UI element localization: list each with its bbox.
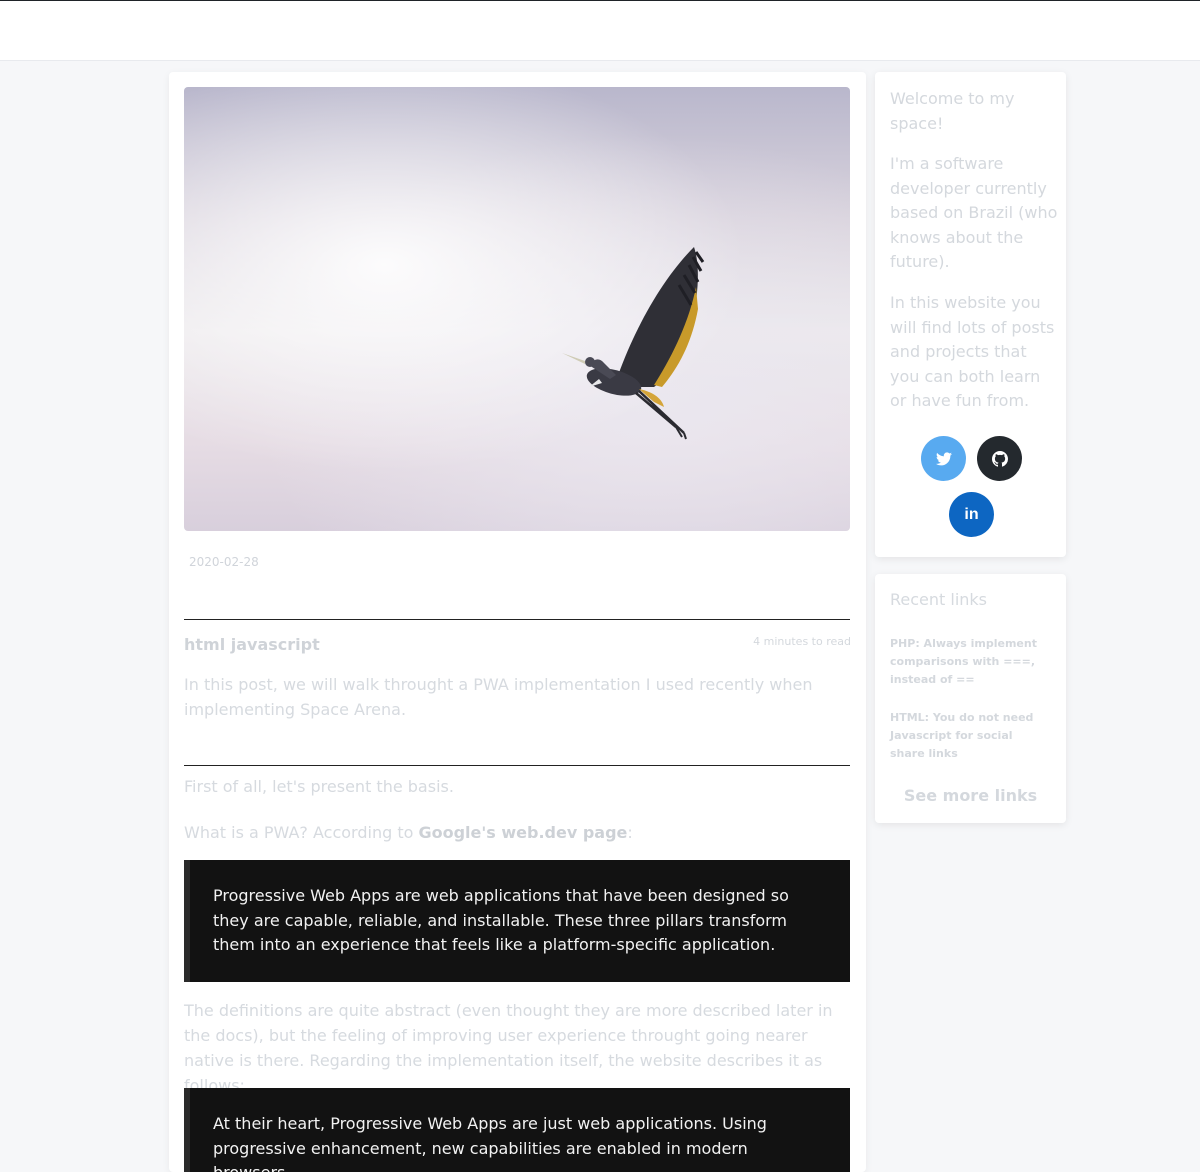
twitter-button[interactable] [921, 436, 966, 481]
divider [184, 619, 850, 620]
github-button[interactable] [977, 436, 1022, 481]
github-icon [991, 450, 1008, 467]
blockquote: Progressive Web Apps are web application… [184, 860, 850, 982]
recent-links-title: Recent links [890, 590, 988, 609]
linkedin-icon: in [964, 505, 979, 523]
welcome-card: Welcome to my space! I'm a software deve… [875, 72, 1066, 557]
post-cover-image [184, 87, 850, 531]
top-navbar [0, 0, 1200, 60]
blockquote: At their heart, Progressive Web Apps are… [184, 1088, 850, 1172]
post-paragraph: First of all, let's present the basis. [184, 777, 454, 796]
post-summary: In this post, we will walk throught a PW… [184, 675, 813, 719]
linkedin-button[interactable]: in [949, 492, 994, 537]
heron-illustration [562, 247, 705, 440]
welcome-bio: I'm a software developer currently based… [890, 154, 1058, 271]
post-tags[interactable]: html javascript [184, 635, 320, 654]
post-date: 2020-02-28 [189, 555, 259, 569]
paragraph-text: What is a PWA? According to [184, 823, 419, 842]
post-paragraph: What is a PWA? According to Google's web… [184, 820, 850, 845]
recent-links-card: Recent links PHP: Always implement compa… [875, 574, 1066, 823]
post-paragraph: The definitions are quite abstract (even… [184, 1001, 833, 1095]
twitter-icon [935, 451, 952, 465]
welcome-description: In this website you will find lots of po… [890, 293, 1055, 410]
webdev-link[interactable]: Google's web.dev page [418, 823, 627, 842]
divider [184, 765, 850, 766]
see-more-links-button[interactable]: See more links [875, 786, 1066, 805]
paragraph-text: : [627, 823, 633, 842]
recent-link-item[interactable]: PHP: Always implement comparisons with =… [890, 635, 1050, 689]
read-time: 4 minutes to read [753, 635, 851, 648]
recent-link-item[interactable]: HTML: You do not need Javascript for soc… [890, 709, 1050, 763]
post-card: 2020-02-28 html javascript 4 minutes to … [169, 72, 866, 1172]
welcome-title: Welcome to my space! [890, 89, 1015, 133]
